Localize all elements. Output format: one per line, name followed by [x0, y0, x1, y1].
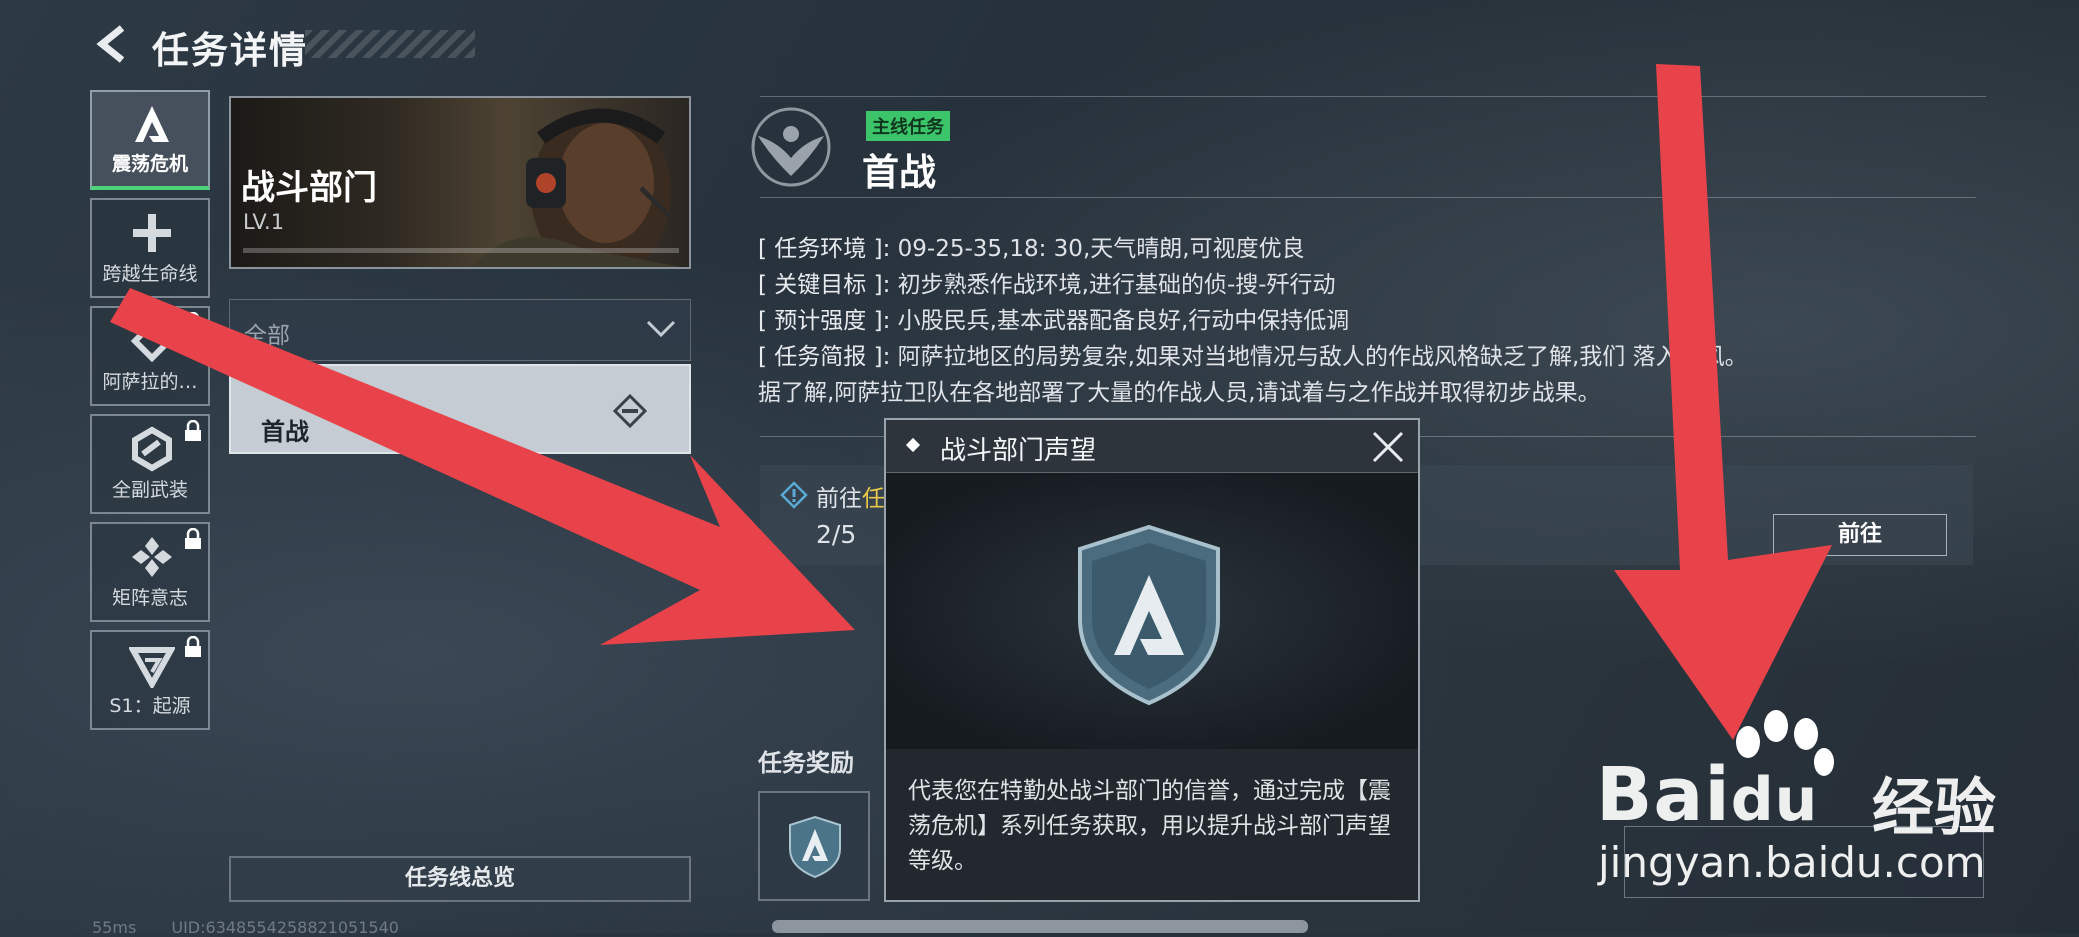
lock-icon — [185, 312, 201, 333]
sidebar-item-label: 跨越生命线 — [102, 263, 198, 285]
goto-button[interactable]: 前往 — [1773, 514, 1947, 556]
lock-icon — [185, 528, 201, 549]
sidebar-item-label: 矩阵意志 — [111, 587, 188, 609]
sidebar-item-label: S1：起源 — [109, 695, 191, 717]
plus-icon — [133, 214, 171, 252]
red-arrow-right — [1614, 64, 1832, 740]
watermark-brand-du: du — [1730, 765, 1819, 835]
reputation-popup: 战斗部门声望 代表您在特勤处战斗部门的信誉，通过完成【震荡危机】系列任务获取，用… — [884, 418, 1420, 902]
mission-line-overview-button[interactable]: 任务线总览 — [229, 856, 691, 902]
sidebar-item-asala[interactable]: 阿萨拉的… — [90, 306, 210, 406]
detail-environment: [ 任务环境 ]: 09-25-35,18: 30,天气晴朗,可视度优良 — [758, 229, 1305, 263]
goal-prefix: 前往 — [816, 486, 862, 512]
detail-key: [ 关键目标 ]: — [758, 272, 891, 298]
popup-description: 代表您在特勤处战斗部门的信誉，通过完成【震荡危机】系列任务获取，用以提升战斗部门… — [908, 778, 1391, 874]
a-logo-icon — [135, 106, 169, 142]
detail-value: 初步熟悉作战环境,进行基础的侦-搜-歼行动 — [897, 272, 1336, 298]
sidebar-item-s1[interactable]: S1：起源 — [90, 630, 210, 730]
reward-title: 任务奖励 — [758, 749, 854, 777]
detail-value: 09-25-35,18: 30,天气晴朗,可视度优良 — [897, 236, 1305, 262]
detail-intensity: [ 预计强度 ]: 小股民兵,基本武器配备良好,行动中保持低调 — [758, 301, 1349, 335]
diamond-icon — [130, 319, 174, 363]
soldier-portrait — [472, 108, 681, 267]
title-decoration — [305, 30, 475, 58]
uid-value: UID:6348554258821051540 — [171, 918, 399, 937]
sidebar-item-label: 震荡危机 — [111, 153, 188, 175]
sidebar-item-zhendang[interactable]: 震荡危机 — [90, 90, 210, 190]
sidebar-item-quanfu[interactable]: 全副武装 — [90, 414, 210, 514]
goal-text: 前往任 — [816, 479, 885, 513]
lock-icon — [185, 420, 201, 441]
detail-brief: [ 任务简报 ]: 阿萨拉地区的局势复杂,如果对当地情况与敌人的作战风格缺乏了解… — [758, 337, 1748, 371]
detail-key: [ 预计强度 ]: — [758, 308, 891, 334]
popup-title: 战斗部门声望 — [940, 436, 1097, 466]
back-arrow-icon[interactable] — [92, 22, 132, 66]
department-xp-bar — [243, 248, 679, 253]
goal-highlight: 任 — [862, 486, 885, 512]
popup-header: 战斗部门声望 — [886, 420, 1418, 473]
detail-key: [ 任务简报 ]: — [758, 344, 891, 370]
mission-list-item[interactable]: 首战 — [229, 364, 691, 454]
sidebar-item-label: 阿萨拉的… — [102, 371, 198, 393]
chevron-down-icon — [646, 320, 676, 338]
watermark-url: jingyan.baidu.com — [1598, 838, 1986, 887]
detail-key-target: [ 关键目标 ]: 初步熟悉作战环境,进行基础的侦-搜-歼行动 — [758, 265, 1336, 299]
watermark-brand: Baidu — [1596, 752, 1818, 838]
page-title: 任务详情 — [152, 29, 308, 72]
department-level: LV.1 — [243, 210, 285, 234]
mission-item-tag — [261, 380, 291, 388]
department-name: 战斗部门 — [241, 168, 377, 208]
department-card[interactable]: 战斗部门 LV.1 — [229, 96, 691, 269]
detail-brief-line2: 据了解,阿萨拉卫队在各地部署了大量的作战人员,请试着与之作战并取得初步战果。 — [758, 380, 1601, 406]
detail-value-tail: 落入下风。 — [1632, 344, 1748, 370]
sidebar-item-label: 全副武装 — [111, 479, 188, 501]
triangle-icon — [129, 647, 175, 688]
watermark-brand-cn: 经验 — [1872, 771, 1997, 844]
popup-image — [886, 473, 1418, 749]
divider — [760, 197, 1976, 198]
mission-item-name: 首战 — [261, 418, 309, 446]
watermark-brand-bai: Bai — [1596, 752, 1731, 838]
hexagon-icon — [132, 426, 172, 472]
ping-value: 55ms — [92, 918, 137, 937]
detail-value: 小股民兵,基本武器配备良好,行动中保持低调 — [897, 308, 1350, 334]
status-bar: 55ms UID:6348554258821051540 — [92, 918, 429, 937]
department-shield-icon — [1078, 524, 1220, 706]
diamond-bullet-icon — [905, 437, 921, 453]
goal-progress: 2/5 — [816, 520, 857, 549]
sidebar-item-juzhen[interactable]: 矩阵意志 — [90, 522, 210, 622]
close-icon[interactable] — [1370, 429, 1406, 465]
detail-value: 阿萨拉地区的局势复杂,如果对当地情况与敌人的作战风格缺乏了解,我们 — [897, 344, 1626, 370]
alert-diamond-icon — [780, 481, 808, 509]
divider — [760, 96, 1986, 97]
reputation-shield-icon — [789, 815, 841, 879]
reward-item[interactable] — [758, 791, 870, 901]
matrix-icon — [132, 537, 172, 577]
mission-type-icon — [613, 394, 647, 428]
detail-key: [ 任务环境 ]: — [758, 236, 891, 262]
eagle-emblem-icon — [751, 107, 831, 187]
mission-type-badge: 主线任务 — [866, 111, 950, 141]
mission-title: 首战 — [862, 151, 936, 194]
sidebar-item-kuayue[interactable]: 跨越生命线 — [90, 198, 210, 298]
mission-filter-dropdown[interactable]: 全部 — [229, 299, 691, 361]
filter-selected-value: 全部 — [244, 323, 290, 349]
horizontal-scrollbar[interactable] — [772, 920, 1308, 933]
lock-icon — [185, 636, 201, 657]
